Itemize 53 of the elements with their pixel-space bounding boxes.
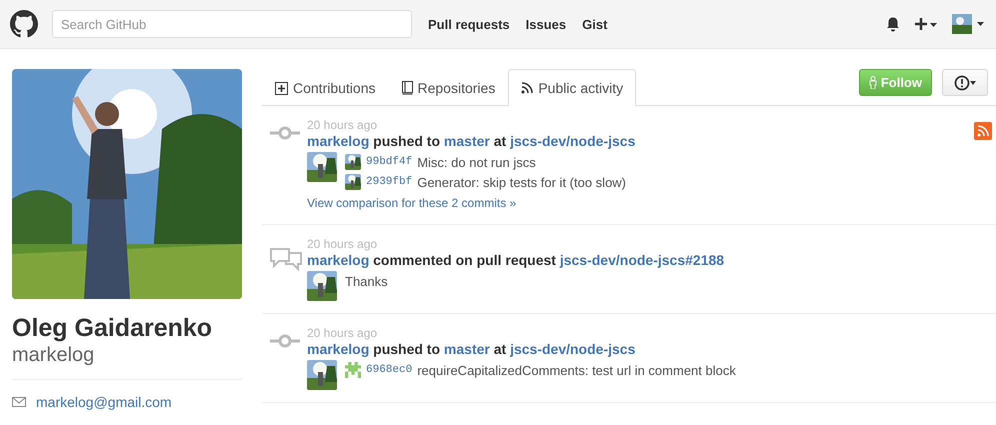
event-time: 20 hours ago bbox=[307, 326, 378, 340]
profile-username: markelog bbox=[12, 343, 96, 367]
plus-square-icon bbox=[275, 82, 288, 94]
user-avatar bbox=[307, 271, 337, 301]
commit-icon bbox=[270, 334, 300, 348]
search-field[interactable]: Search GitHub bbox=[52, 10, 412, 38]
repo-link[interactable]: jscs-dev/node-jscs bbox=[510, 341, 636, 357]
branch-link[interactable]: master bbox=[444, 341, 490, 357]
nav-link[interactable]: Pull requests bbox=[428, 16, 510, 32]
nav-link[interactable]: Gist bbox=[582, 16, 608, 32]
avatar-dropdown[interactable] bbox=[952, 14, 986, 34]
nav-link[interactable]: Issues bbox=[526, 16, 566, 32]
rss-feed-icon[interactable] bbox=[974, 122, 992, 140]
event-title: markelog pushed to master at jscs-dev/node-jscs bbox=[307, 340, 636, 358]
user-link[interactable]: markelog bbox=[307, 133, 370, 149]
pull-request-link[interactable]: jscs-dev/node-jscs#2188 bbox=[560, 252, 724, 268]
user-link[interactable]: markelog bbox=[307, 252, 370, 268]
comment-discussion-icon bbox=[270, 245, 302, 273]
alert-icon bbox=[954, 74, 976, 90]
person-icon bbox=[868, 76, 877, 89]
event-title: markelog pushed to master at jscs-dev/node-jscs bbox=[307, 132, 636, 150]
rss-icon bbox=[521, 82, 534, 94]
branch-link[interactable]: master bbox=[444, 133, 490, 149]
identicon bbox=[345, 362, 361, 378]
commit-sha-link[interactable]: 2939fbf bbox=[366, 176, 412, 188]
book-icon bbox=[402, 81, 412, 95]
commit-sha-link[interactable]: 99bdf4f bbox=[366, 156, 412, 168]
commit-icon bbox=[270, 126, 300, 140]
tab[interactable]: Repositories bbox=[388, 69, 508, 106]
compare-link[interactable]: View comparison for these 2 commits » bbox=[307, 196, 516, 210]
commit-avatar bbox=[345, 174, 361, 190]
event-time: 20 hours ago bbox=[307, 237, 378, 251]
commit-avatar bbox=[345, 154, 361, 170]
octocat-logo[interactable] bbox=[10, 10, 38, 38]
commit-sha-link[interactable]: 6968ec0 bbox=[366, 364, 412, 376]
bell-icon[interactable] bbox=[886, 16, 900, 32]
mail-icon bbox=[12, 397, 26, 407]
event-title: markelog commented on pull request jscs-dev/node-jscs#2188 bbox=[307, 251, 726, 269]
plus-dropdown-icon[interactable] bbox=[914, 17, 938, 31]
commit-message: requireCapitalizedComments: test url in comment block bbox=[417, 362, 736, 378]
commit-message: Generator: skip tests for it (too slow) bbox=[417, 174, 626, 190]
report-menu-button[interactable] bbox=[942, 69, 988, 96]
user-avatar bbox=[307, 360, 337, 390]
repo-link[interactable]: jscs-dev/node-jscs bbox=[510, 133, 636, 149]
commit-message: Misc: do not run jscs bbox=[417, 154, 536, 170]
tab[interactable]: Public activity bbox=[508, 69, 636, 106]
comment-text: Thanks bbox=[345, 273, 388, 291]
event-time: 20 hours ago bbox=[307, 118, 378, 132]
tab[interactable]: Contributions bbox=[262, 69, 388, 106]
user-link[interactable]: markelog bbox=[307, 341, 370, 357]
profile-name: Oleg Gaidarenko bbox=[12, 313, 214, 343]
user-avatar bbox=[307, 152, 337, 182]
email-link[interactable]: markelog@gmail.com bbox=[36, 394, 172, 410]
